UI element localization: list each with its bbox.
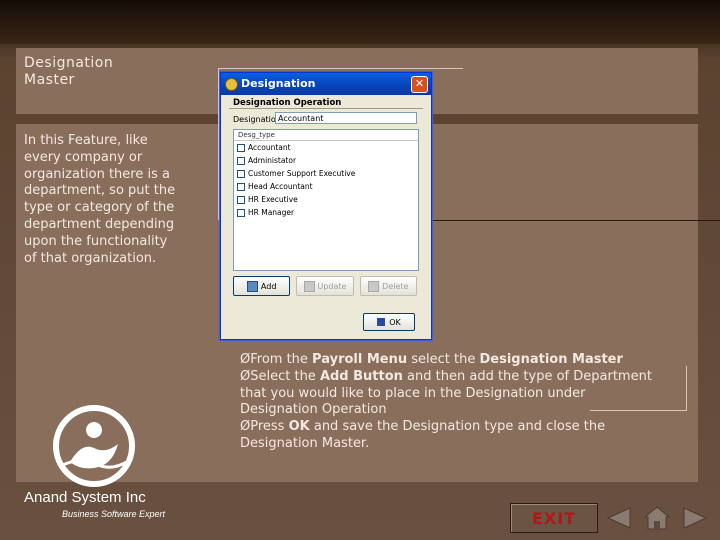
button-row: Add Update Delete [233, 276, 417, 296]
checkbox[interactable] [237, 182, 245, 191]
group-title: Designation Operation [233, 98, 342, 108]
add-icon [246, 280, 258, 292]
next-arrow-icon[interactable] [680, 504, 710, 532]
instructions: ØFrom the Payroll Menu select the Design… [240, 352, 652, 451]
dialog-title: Designation [241, 77, 316, 90]
group-divider [229, 108, 423, 109]
close-icon[interactable]: ✕ [411, 76, 428, 93]
divider [686, 366, 687, 410]
list-item[interactable]: HR Manager [234, 206, 418, 219]
slide-description: In this Feature, like every company or o… [24, 133, 176, 266]
dialog-titlebar: Designation ✕ [221, 73, 431, 95]
slide-title: Designation Master [24, 55, 114, 88]
app-icon [225, 78, 238, 91]
divider [218, 68, 463, 69]
list-header: Desg_type [234, 130, 418, 141]
ok-button[interactable]: OK [363, 313, 415, 331]
designation-list[interactable]: Desg_type Accountant Administator Custom… [233, 129, 419, 271]
top-bar [0, 0, 720, 44]
list-item[interactable]: Administator [234, 154, 418, 167]
designation-input[interactable]: Accountant [275, 112, 417, 124]
add-button[interactable]: Add [233, 276, 291, 296]
company-logo-icon [53, 405, 135, 487]
delete-button[interactable]: Delete [359, 276, 417, 296]
list-item[interactable]: Customer Support Executive [234, 167, 418, 180]
checkbox[interactable] [237, 169, 245, 178]
list-item[interactable]: Accountant [234, 141, 418, 154]
list-item[interactable]: HR Executive [234, 193, 418, 206]
designation-label: Designation [233, 115, 281, 124]
ok-icon [377, 318, 386, 326]
prev-arrow-icon[interactable] [604, 504, 634, 532]
brand-name: Anand System Inc [24, 489, 146, 506]
exit-button[interactable]: EXIT [510, 503, 598, 533]
designation-dialog: Designation ✕ Designation Operation Desi… [220, 72, 432, 340]
checkbox[interactable] [237, 143, 245, 152]
update-icon [303, 280, 315, 292]
home-icon[interactable] [642, 504, 672, 532]
divider [218, 68, 219, 220]
checkbox[interactable] [237, 156, 245, 165]
list-item[interactable]: Head Accountant [234, 180, 418, 193]
checkbox[interactable] [237, 208, 245, 217]
checkbox[interactable] [237, 195, 245, 204]
brand-tagline: Business Software Expert [62, 509, 166, 519]
update-button[interactable]: Update [296, 276, 354, 296]
delete-icon [368, 280, 380, 292]
divider [430, 220, 720, 221]
